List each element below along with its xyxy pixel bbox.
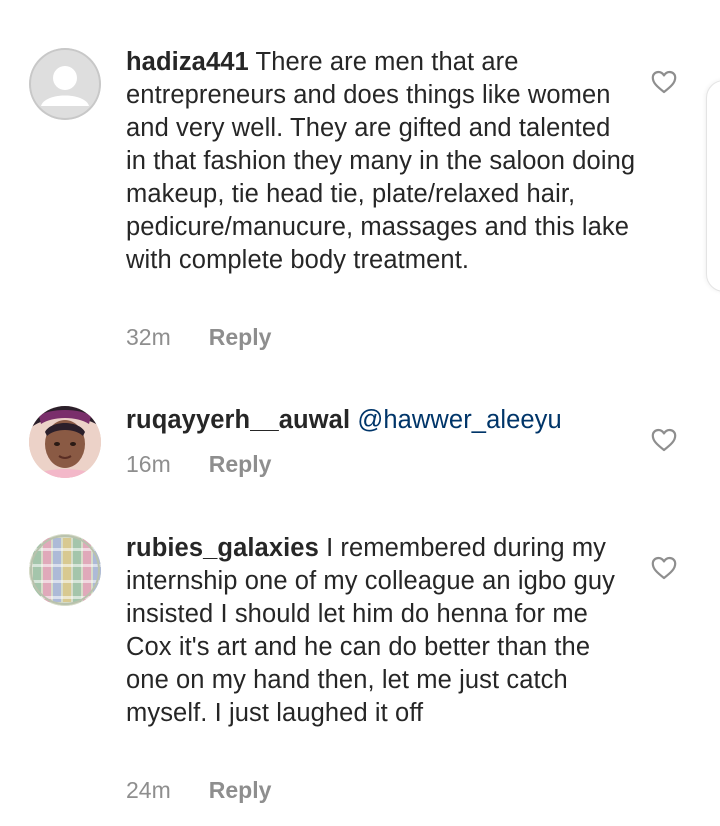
avatar[interactable] — [29, 406, 101, 478]
reply-button[interactable]: Reply — [209, 324, 272, 351]
comment-text-block: rubies_galaxies I remembered during my i… — [126, 532, 636, 730]
timestamp: 32m — [126, 324, 171, 350]
timestamp: 24m — [126, 777, 171, 803]
comment-text-block: ruqayyerh__auwal @hawwer_aleeyu — [126, 404, 636, 437]
heart-outline-icon[interactable] — [651, 428, 677, 452]
mention-link[interactable]: @hawwer_aleeyu — [357, 406, 561, 434]
timestamp: 16m — [126, 451, 171, 477]
comment-meta: 24m Reply — [126, 777, 271, 804]
comment-text: I remembered during my internship one of… — [126, 534, 616, 727]
comment-meta: 32m Reply — [126, 324, 271, 351]
avatar[interactable] — [29, 534, 101, 606]
comment-text: There are men that are entrepreneurs and… — [126, 48, 636, 274]
avatar[interactable] — [29, 48, 101, 120]
reply-button[interactable]: Reply — [209, 777, 272, 804]
reply-button[interactable]: Reply — [209, 451, 272, 478]
username[interactable]: ruqayyerh__auwal — [126, 406, 350, 434]
comment-text-block: hadiza441 There are men that are entrepr… — [126, 46, 636, 277]
username[interactable]: rubies_galaxies — [126, 534, 319, 562]
partial-overlay-card — [706, 80, 720, 292]
comment-meta: 16m Reply — [126, 451, 271, 478]
heart-outline-icon[interactable] — [651, 556, 677, 580]
heart-outline-icon[interactable] — [651, 70, 677, 94]
username[interactable]: hadiza441 — [126, 48, 249, 76]
